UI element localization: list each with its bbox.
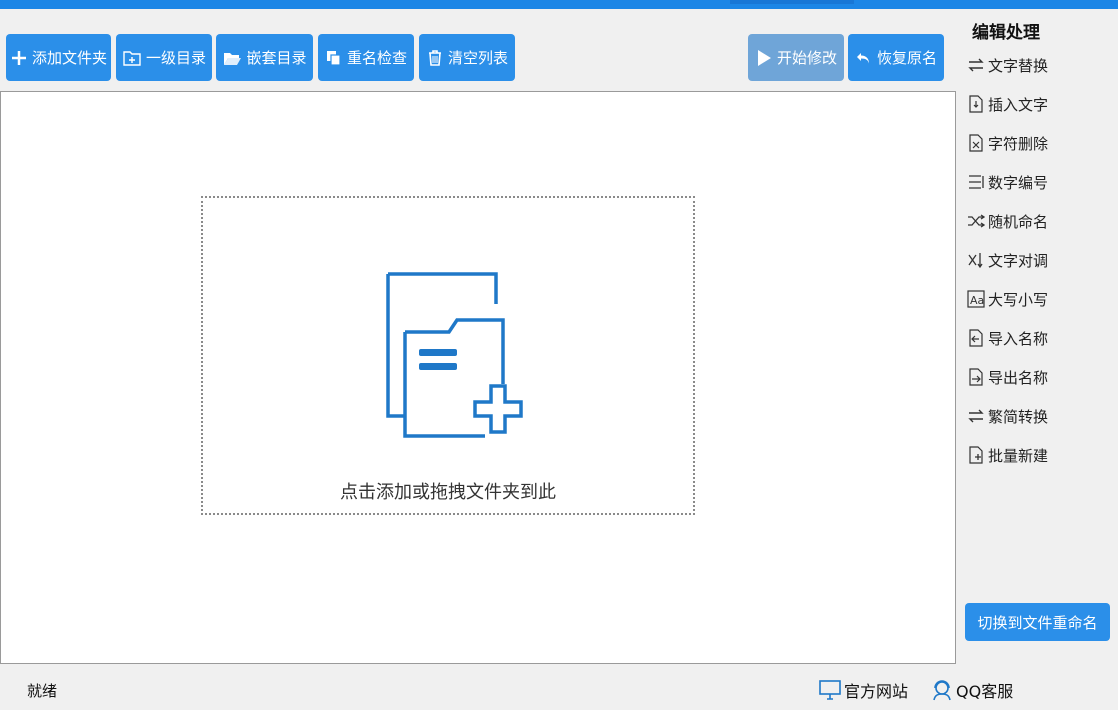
sidebar-item-text-swap[interactable]: 文字对调 <box>966 247 1048 273</box>
sidebar-item-insert-text[interactable]: 插入文字 <box>966 91 1048 117</box>
clear-list-button[interactable]: 清空列表 <box>419 34 515 81</box>
switch-to-file-rename-button[interactable]: 切换到文件重命名 <box>965 603 1110 641</box>
undo-icon <box>855 49 873 67</box>
support-agent-icon <box>933 680 951 701</box>
sidebar-item-label: 插入文字 <box>988 95 1049 114</box>
sidebar-item-label: 繁简转换 <box>988 407 1049 426</box>
status-bar: 就绪 官方网站 QQ客服 <box>0 664 1118 710</box>
sidebar-item-random-name[interactable]: 随机命名 <box>966 208 1048 234</box>
official-website-label: 官方网站 <box>844 682 909 701</box>
insert-doc-icon <box>966 94 986 114</box>
svg-text:Aa: Aa <box>970 294 984 307</box>
sidebar-title: 编辑处理 <box>972 23 1040 43</box>
sidebar-item-label: 批量新建 <box>988 446 1049 465</box>
sidebar-item-export[interactable]: 导出名称 <box>966 364 1048 390</box>
start-modify-label: 开始修改 <box>776 49 837 67</box>
trash-icon <box>426 49 444 67</box>
sidebar-item-label: 随机命名 <box>988 212 1049 231</box>
sidebar-item-case[interactable]: Aa 大写小写 <box>966 286 1048 312</box>
sidebar-item-char-delete[interactable]: 字符删除 <box>966 130 1048 156</box>
shuffle-icon <box>966 211 986 231</box>
plus-icon <box>10 49 28 67</box>
restore-name-button[interactable]: 恢复原名 <box>848 34 944 81</box>
new-doc-icon <box>966 445 986 465</box>
sidebar-item-label: 导出名称 <box>988 368 1049 387</box>
clear-list-label: 清空列表 <box>447 49 508 67</box>
top-bar-tab <box>730 0 854 4</box>
numbering-icon <box>966 172 986 192</box>
add-folder-large-icon <box>385 272 535 446</box>
sidebar-item-import[interactable]: 导入名称 <box>966 325 1048 351</box>
play-icon <box>755 48 773 68</box>
toolbar: 添加文件夹 一级目录 嵌套目录 重名检查 清空列表 开始修改 恢复原名 <box>0 9 956 91</box>
drop-zone[interactable]: 点击添加或拖拽文件夹到此 <box>201 196 695 515</box>
sidebar-item-convert[interactable]: 繁简转换 <box>966 403 1048 429</box>
drop-hint-text: 点击添加或拖拽文件夹到此 <box>340 482 556 503</box>
window-top-bar <box>0 0 1118 9</box>
official-website-link[interactable]: 官方网站 <box>818 678 908 702</box>
sidebar-item-label: 数字编号 <box>988 173 1049 192</box>
sidebar-item-label: 文字对调 <box>988 251 1049 270</box>
status-text: 就绪 <box>27 682 58 700</box>
level-one-dir-button[interactable]: 一级目录 <box>116 34 212 81</box>
exchange-icon <box>966 250 986 270</box>
duplicate-check-button[interactable]: 重名检查 <box>318 34 414 81</box>
sidebar-item-text-replace[interactable]: 文字替换 <box>966 52 1048 78</box>
level-one-dir-label: 一级目录 <box>145 49 206 67</box>
folder-open-icon <box>222 48 242 68</box>
monitor-icon <box>819 680 841 700</box>
import-icon <box>966 328 986 348</box>
sidebar-item-label: 大写小写 <box>988 290 1049 309</box>
delete-doc-icon <box>966 133 986 153</box>
swap-icon <box>966 55 986 75</box>
sidebar-item-numbering[interactable]: 数字编号 <box>966 169 1048 195</box>
case-icon: Aa <box>966 289 986 309</box>
qq-support-link[interactable]: QQ客服 <box>930 678 1013 702</box>
edit-sidebar: 编辑处理 文字替换 插入文字 字符删除 数字编号 随机命名 文字对调 Aa 大写… <box>956 9 1118 664</box>
nested-dir-label: 嵌套目录 <box>246 49 307 67</box>
convert-icon <box>966 406 986 426</box>
sidebar-item-label: 导入名称 <box>988 329 1049 348</box>
sidebar-item-label: 字符删除 <box>988 134 1049 153</box>
copy-icon <box>325 49 343 67</box>
file-list-panel[interactable]: 点击添加或拖拽文件夹到此 <box>0 91 956 664</box>
sidebar-item-label: 文字替换 <box>988 56 1049 75</box>
add-folder-label: 添加文件夹 <box>31 49 107 67</box>
qq-support-label: QQ客服 <box>956 682 1014 701</box>
duplicate-check-label: 重名检查 <box>346 49 407 67</box>
folder-add-icon <box>122 48 142 68</box>
nested-dir-button[interactable]: 嵌套目录 <box>216 34 313 81</box>
add-folder-button[interactable]: 添加文件夹 <box>6 34 111 81</box>
export-icon <box>966 367 986 387</box>
sidebar-item-batch-new[interactable]: 批量新建 <box>966 442 1048 468</box>
start-modify-button[interactable]: 开始修改 <box>748 34 844 81</box>
restore-name-label: 恢复原名 <box>876 49 937 67</box>
